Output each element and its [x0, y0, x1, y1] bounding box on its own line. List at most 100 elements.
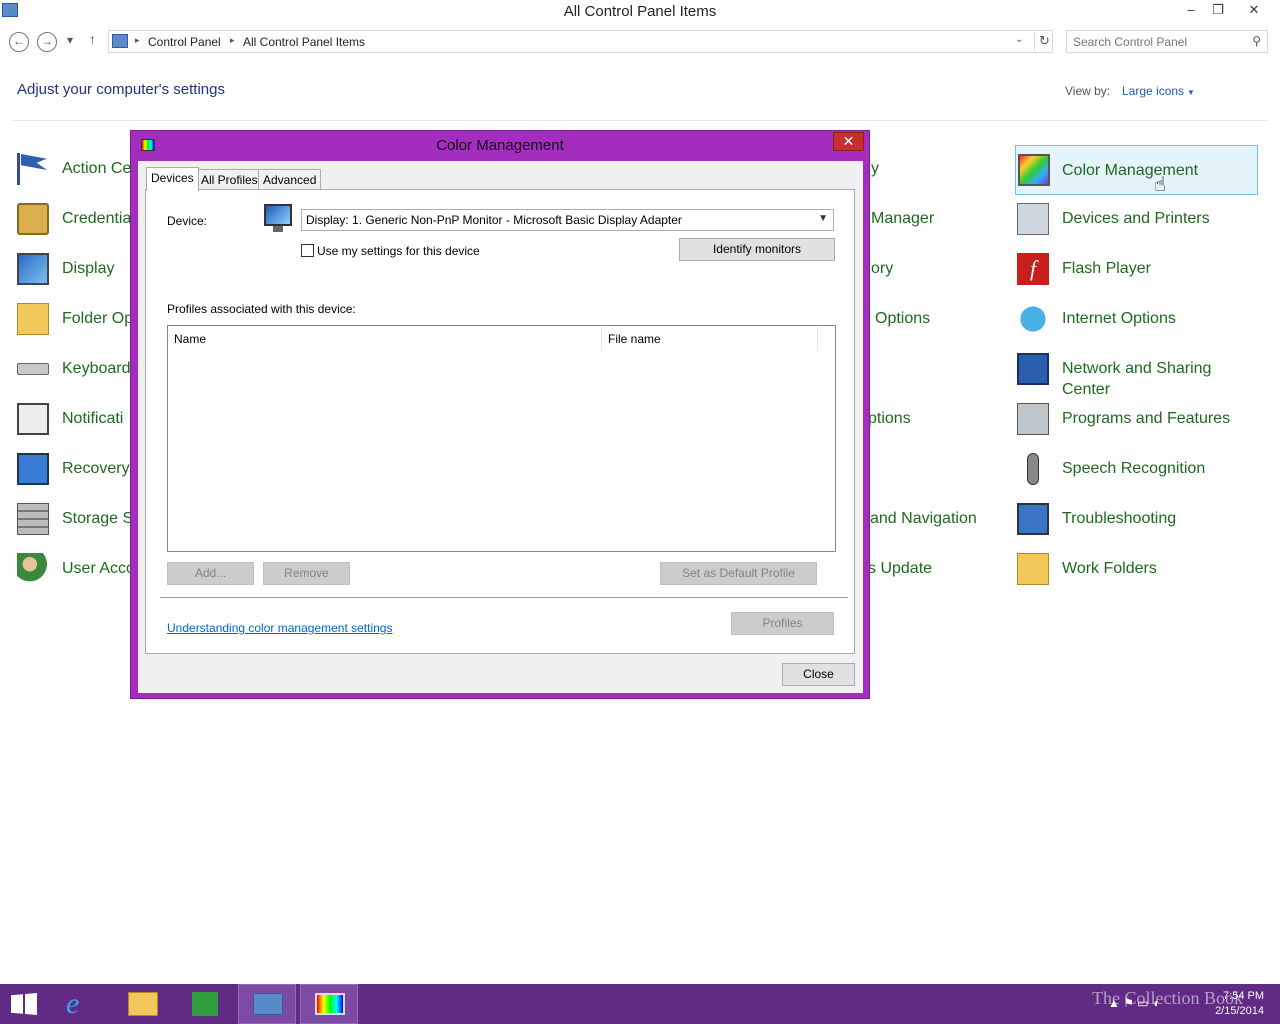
start-button[interactable]: [0, 984, 58, 1024]
windows-logo-icon: [11, 993, 37, 1015]
understanding-color-management-link[interactable]: Understanding color management settings: [167, 621, 392, 635]
cp-item-label[interactable]: Work Folders: [1062, 558, 1157, 579]
tab-advanced[interactable]: Advanced: [258, 169, 322, 190]
cp-item-label[interactable]: y: [871, 158, 879, 179]
display-icon: [17, 253, 49, 285]
cp-item-label[interactable]: Color Management: [1062, 160, 1198, 181]
profiles-list[interactable]: Name File name: [167, 325, 836, 552]
forward-button[interactable]: →: [37, 32, 57, 52]
refresh-button[interactable]: ↻: [1034, 33, 1050, 51]
cp-item-label[interactable]: Programs and Features: [1062, 408, 1230, 429]
breadcrumb-control-panel[interactable]: Control Panel: [148, 35, 221, 49]
cp-item-color-management[interactable]: Color Management: [1015, 145, 1258, 195]
tray-icons[interactable]: ▲ ⚑ ▭ ◖: [1108, 996, 1159, 1010]
cp-item-label[interactable]: ory: [871, 258, 893, 279]
device-select[interactable]: Display: 1. Generic Non-PnP Monitor - Mi…: [301, 209, 834, 231]
device-select-value[interactable]: Display: 1. Generic Non-PnP Monitor - Mi…: [306, 213, 682, 227]
add-button[interactable]: Add...: [167, 562, 254, 585]
taskbar-internet-explorer[interactable]: e: [52, 984, 110, 1024]
column-header-name[interactable]: Name: [168, 327, 602, 351]
cp-item-flash-player[interactable]: f Flash Player: [1017, 249, 1257, 291]
view-by-dropdown[interactable]: Large icons ▼: [1122, 84, 1195, 98]
dialog-body: Devices All Profiles Advanced Device: Di…: [138, 161, 863, 693]
color-management-icon: [315, 993, 345, 1015]
divider: [12, 120, 1268, 121]
profiles-button[interactable]: Profiles: [731, 612, 834, 635]
caret-down-icon: ▼: [1187, 88, 1195, 97]
cp-item-network-sharing[interactable]: Network and Sharing Center: [1017, 349, 1257, 398]
taskbar-color-management[interactable]: [300, 984, 358, 1024]
cp-item-label[interactable]: Display: [62, 258, 114, 279]
cp-item-speech-recognition[interactable]: Speech Recognition: [1017, 449, 1257, 491]
clock[interactable]: 7:54 PM 2/15/2014: [1200, 989, 1264, 1019]
up-button[interactable]: ↑: [89, 31, 96, 47]
cp-item-label[interactable]: Speech Recognition: [1062, 458, 1205, 479]
column-header-file-name[interactable]: File name: [602, 327, 818, 351]
cp-item-label[interactable]: Keyboard: [62, 358, 131, 379]
use-my-settings-checkbox[interactable]: [301, 244, 314, 257]
storage-icon: [17, 503, 49, 535]
search-input[interactable]: [1073, 32, 1243, 52]
set-default-profile-button[interactable]: Set as Default Profile: [660, 562, 817, 585]
minimize-button[interactable]: –: [1176, 0, 1206, 22]
cp-item-label[interactable]: Flash Player: [1062, 258, 1151, 279]
control-panel-icon: [253, 993, 283, 1015]
breadcrumb-separator-icon[interactable]: ▸: [230, 35, 235, 46]
printer-icon: [1017, 203, 1049, 235]
taskbar: e The Collection Book ▲ ⚑ ▭ ◖ 7:54 PM 2/…: [0, 984, 1280, 1024]
address-dropdown-icon[interactable]: ⌄: [1015, 34, 1023, 45]
identify-monitors-button[interactable]: Identify monitors: [679, 238, 835, 261]
cp-item-label[interactable]: ptions: [868, 408, 911, 429]
cp-item-label[interactable]: Devices and Printers: [1062, 208, 1210, 229]
view-by-label: View by:: [1065, 84, 1111, 98]
recent-locations-button[interactable]: ▾: [67, 33, 73, 47]
globe-icon: [1017, 303, 1049, 335]
cp-item-label[interactable]: Notificati: [62, 408, 123, 429]
taskbar-store[interactable]: [176, 984, 234, 1024]
use-my-settings-label[interactable]: Use my settings for this device: [317, 244, 480, 258]
address-bar[interactable]: ▸ Control Panel ▸ All Control Panel Item…: [108, 30, 1053, 53]
cp-item-programs-features[interactable]: Programs and Features: [1017, 399, 1257, 441]
vault-icon: [17, 203, 49, 235]
close-button[interactable]: Close: [782, 663, 855, 686]
taskbar-control-panel[interactable]: [238, 984, 296, 1024]
view-by-value[interactable]: Large icons: [1122, 84, 1184, 98]
taskbar-file-explorer[interactable]: [114, 984, 172, 1024]
cp-item-label[interactable]: and Navigation: [870, 508, 977, 529]
network-icon: [1017, 353, 1049, 385]
tab-all-profiles[interactable]: All Profiles: [196, 169, 263, 190]
keyboard-icon: [17, 363, 49, 375]
cp-item-label[interactable]: Internet Options: [1062, 308, 1176, 329]
search-box[interactable]: ⚲: [1066, 30, 1268, 53]
cp-item-label[interactable]: s Update: [868, 558, 932, 579]
tab-devices[interactable]: Devices: [146, 167, 199, 191]
dialog-close-button[interactable]: ✕: [833, 132, 864, 151]
devices-tab-panel: Device: Display: 1. Generic Non-PnP Moni…: [145, 189, 855, 654]
cp-item-devices-and-printers[interactable]: Devices and Printers: [1017, 199, 1257, 241]
cp-item-label[interactable]: Folder Op: [62, 308, 133, 329]
cp-item-label[interactable]: Storage S: [62, 508, 133, 529]
cp-item-label[interactable]: Recovery: [62, 458, 130, 479]
folder-icon: [128, 992, 158, 1016]
cp-item-label[interactable]: User Acco: [62, 558, 135, 579]
cp-item-label[interactable]: Credentia: [62, 208, 131, 229]
back-button[interactable]: ←: [9, 32, 29, 52]
cp-item-troubleshooting[interactable]: Troubleshooting: [1017, 499, 1257, 541]
hand-cursor-icon: ☝: [1154, 174, 1167, 196]
cp-item-work-folders[interactable]: Work Folders: [1017, 549, 1257, 591]
cp-item-label[interactable]: Manager: [871, 208, 934, 229]
cp-item-internet-options[interactable]: Internet Options: [1017, 299, 1257, 341]
breadcrumb-all-items[interactable]: All Control Panel Items: [243, 35, 365, 49]
cp-item-label[interactable]: Troubleshooting: [1062, 508, 1176, 529]
cp-item-label[interactable]: Network and Sharing Center: [1062, 358, 1232, 400]
search-icon[interactable]: ⚲: [1252, 34, 1261, 48]
remove-button[interactable]: Remove: [263, 562, 350, 585]
chevron-down-icon[interactable]: ▼: [818, 213, 828, 224]
work-folders-icon: [1017, 553, 1049, 585]
cp-item-label[interactable]: Action Ce: [62, 158, 131, 179]
maximize-button[interactable]: ❐: [1203, 0, 1233, 22]
close-window-button[interactable]: ✕: [1239, 0, 1269, 22]
color-management-dialog: Color Management ✕ Devices All Profiles …: [130, 130, 870, 699]
breadcrumb-separator-icon[interactable]: ▸: [135, 35, 140, 46]
cp-item-label[interactable]: Options: [875, 308, 930, 329]
